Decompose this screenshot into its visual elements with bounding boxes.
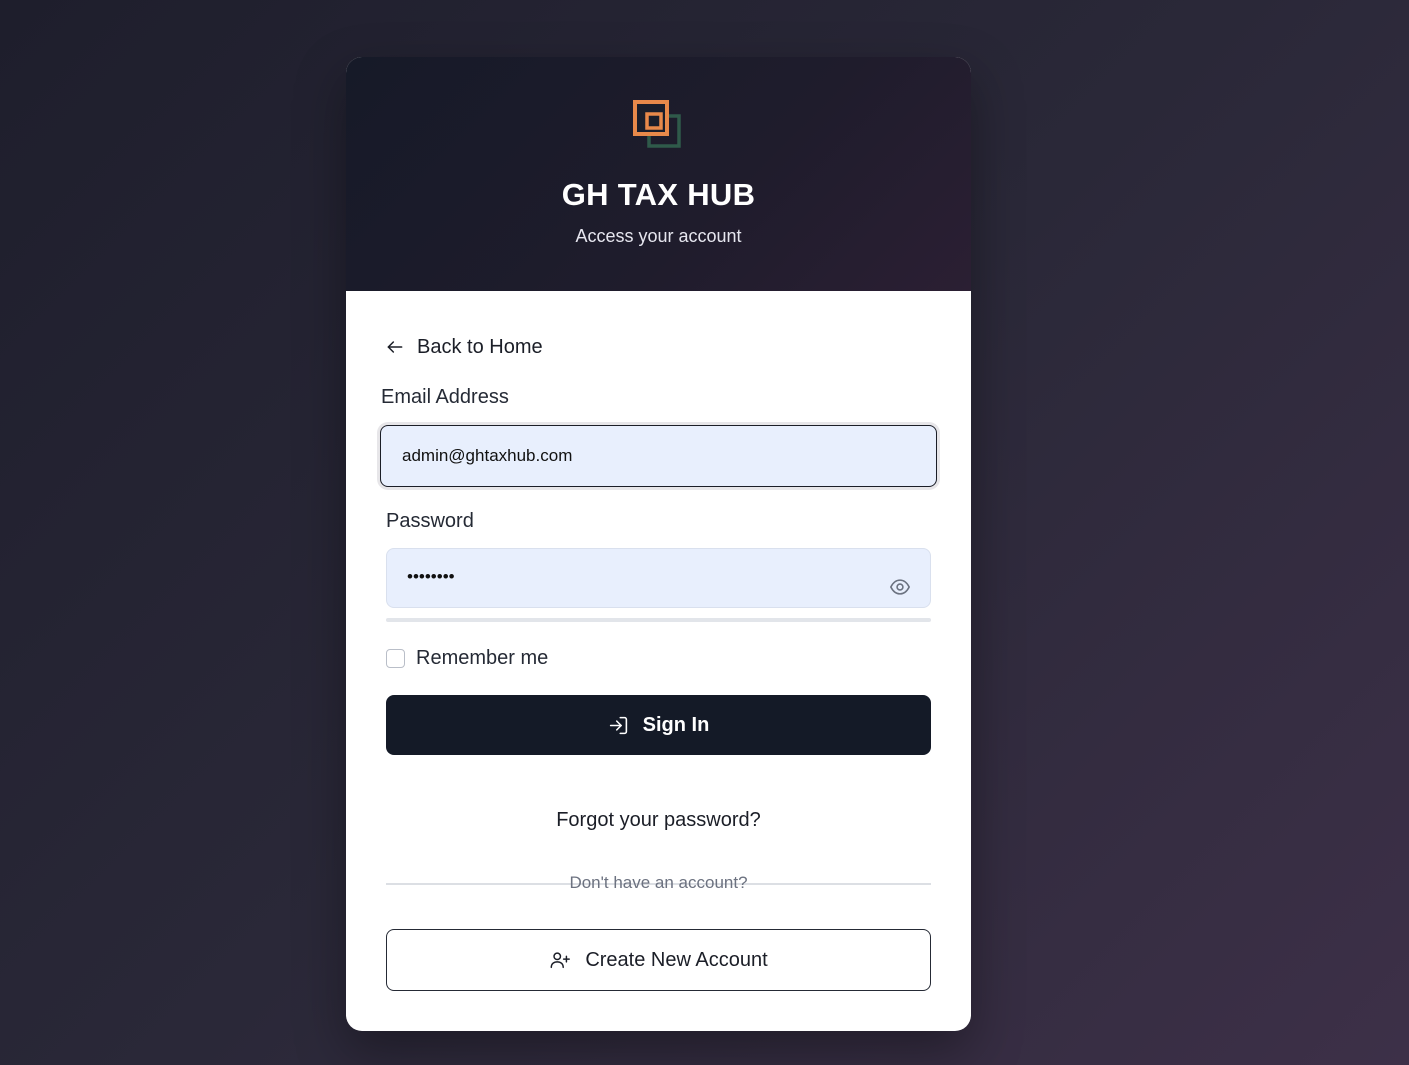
sign-in-button[interactable]: Sign In [386,695,931,755]
password-label: Password [386,510,474,532]
no-account-text: Don't have an account? [569,873,748,892]
arrow-left-icon [387,341,403,353]
brand-title: GH TAX HUB [561,177,756,212]
sign-in-label: Sign In [642,713,710,736]
create-account-button[interactable]: Create New Account [386,929,931,991]
password-strength-bar [386,618,931,622]
logo-icon [633,100,681,148]
password-field[interactable]: •••••••• [386,548,931,608]
remember-me-checkbox[interactable] [386,649,405,668]
back-to-home-link[interactable]: Back to Home [385,335,543,359]
email-label: Email Address [381,386,509,408]
email-field[interactable]: admin@ghtaxhub.com [380,425,937,487]
remember-me-row[interactable]: Remember me [386,647,548,670]
create-account-label: Create New Account [585,948,768,971]
log-in-icon [609,716,627,734]
eye-icon[interactable] [889,576,911,598]
remember-me-label: Remember me [416,647,549,669]
card-header: GH TAX HUB Access your account [346,57,971,291]
back-link-label: Back to Home [417,335,543,358]
forgot-password-link[interactable]: Forgot your password? [346,809,971,832]
user-plus-icon [550,952,571,969]
brand-subtitle: Access your account [575,226,742,246]
login-card: GH TAX HUB Access your account Back to H… [346,57,971,1031]
